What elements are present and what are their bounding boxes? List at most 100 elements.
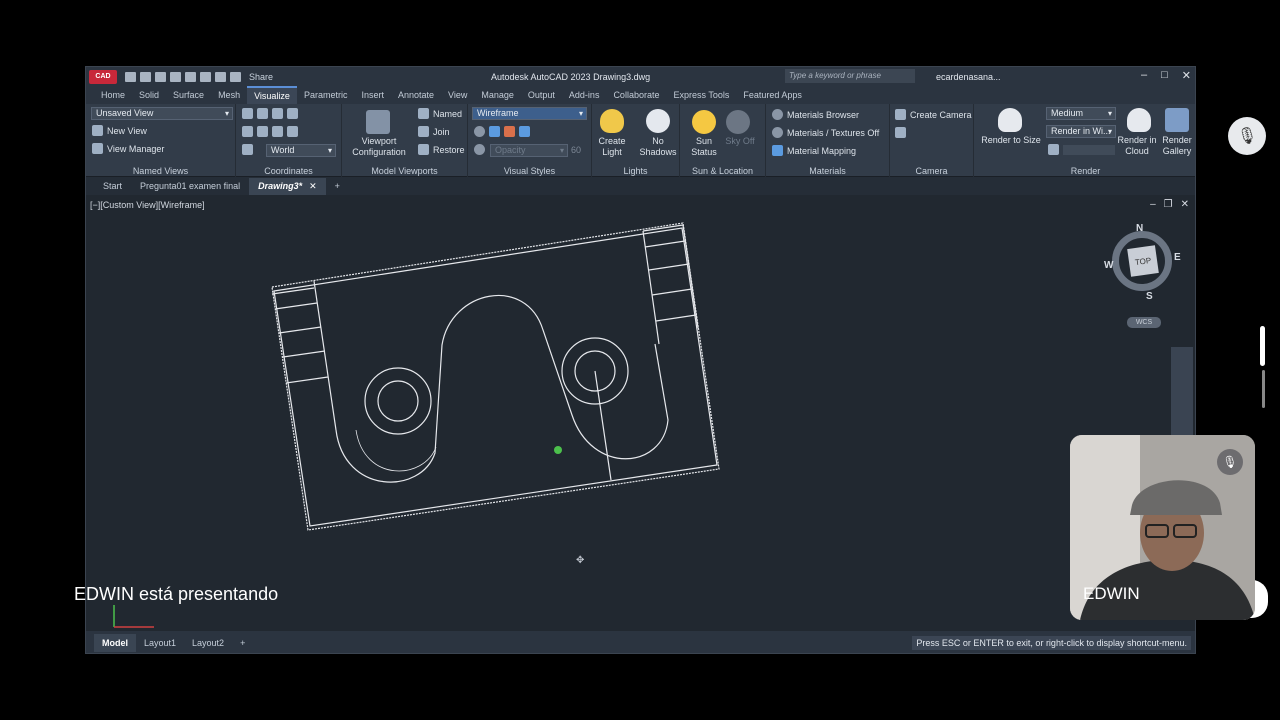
tab-express-tools[interactable]: Express Tools (666, 87, 736, 103)
visual-style-dropdown[interactable]: Wireframe (472, 107, 587, 120)
open-file-icon[interactable] (140, 71, 151, 82)
compass-west[interactable]: W (1104, 260, 1113, 271)
tab-collaborate[interactable]: Collaborate (606, 87, 666, 103)
tab-mesh[interactable]: Mesh (211, 87, 247, 103)
tab-view[interactable]: View (441, 87, 474, 103)
tab-featured-apps[interactable]: Featured Apps (736, 87, 809, 103)
tab-home[interactable]: Home (94, 87, 132, 103)
viewcube[interactable]: TOP N S E W (1104, 223, 1184, 303)
close-button[interactable]: ✕ (1182, 69, 1191, 82)
ucs-y-icon[interactable] (272, 108, 283, 119)
side-panel-scroll[interactable] (1262, 370, 1265, 408)
ucs-icon-toggle[interactable] (242, 144, 253, 155)
render-gallery-icon[interactable] (1165, 108, 1189, 132)
navigation-bar[interactable] (1171, 347, 1193, 437)
save-icon[interactable] (155, 71, 166, 82)
ucs-view-icon[interactable] (242, 126, 253, 137)
tab-manage[interactable]: Manage (474, 87, 521, 103)
ucs-world-dropdown[interactable]: World (266, 144, 336, 157)
new-file-icon[interactable] (125, 71, 136, 82)
tab-layout1[interactable]: Layout1 (136, 634, 184, 652)
shadow-sphere-icon[interactable] (646, 109, 670, 133)
named-view-dropdown[interactable]: Unsaved View (91, 107, 233, 120)
new-view-button[interactable]: New View (92, 125, 147, 136)
redo-icon[interactable] (215, 71, 226, 82)
cloud-teapot-icon[interactable] (1127, 108, 1151, 132)
light-bulb-icon[interactable] (600, 109, 624, 133)
ucs-x-icon[interactable] (257, 108, 268, 119)
viewport-configuration-icon[interactable] (366, 110, 390, 134)
restore-viewports-button[interactable]: Restore (418, 144, 465, 155)
tab-output[interactable]: Output (521, 87, 562, 103)
save-as-icon[interactable] (170, 71, 181, 82)
render-in-dropdown[interactable]: Render in Wi... (1046, 125, 1116, 138)
create-camera-button[interactable]: Create Camera (895, 109, 972, 120)
autocad-logo-icon[interactable]: CAD (89, 69, 117, 84)
material-mapping-button[interactable]: Material Mapping (772, 145, 856, 156)
ucs-icon[interactable] (242, 108, 253, 119)
create-light-button[interactable]: Create Light (592, 136, 632, 158)
tab-start[interactable]: Start (94, 178, 131, 194)
tab-model[interactable]: Model (94, 634, 136, 652)
compass-south[interactable]: S (1146, 291, 1153, 302)
render-in-cloud-button[interactable]: Render in Cloud (1114, 135, 1160, 157)
tab-add-ins[interactable]: Add-ins (562, 87, 607, 103)
add-tab-button[interactable]: + (326, 178, 349, 194)
minimize-button[interactable]: – (1141, 69, 1147, 82)
render-quality-dropdown[interactable]: Medium (1046, 107, 1116, 120)
plot-icon[interactable] (185, 71, 196, 82)
tab-solid[interactable]: Solid (132, 87, 166, 103)
tab-layout2[interactable]: Layout2 (184, 634, 232, 652)
maximize-button[interactable]: □ (1161, 69, 1168, 82)
ucs-3point-icon[interactable] (272, 126, 283, 137)
close-tab-icon[interactable]: ✕ (309, 181, 317, 191)
join-viewports-button[interactable]: Join (418, 126, 450, 137)
face-style-icon[interactable] (489, 126, 500, 137)
render-environment-button[interactable] (1048, 144, 1115, 155)
participant-video-tile[interactable]: 🎙 EDWIN (1070, 435, 1255, 620)
render-to-size-button[interactable]: Render to Size (976, 135, 1046, 146)
named-viewports-button[interactable]: Named (418, 108, 462, 119)
tab-drawing3[interactable]: Drawing3* ✕ (249, 177, 326, 195)
compass-north[interactable]: N (1136, 223, 1143, 234)
tab-surface[interactable]: Surface (166, 87, 211, 103)
tab-visualize[interactable]: Visualize (247, 86, 297, 104)
sun-icon[interactable] (692, 110, 716, 134)
ucs-origin-icon[interactable] (257, 126, 268, 137)
search-input[interactable]: Type a keyword or phrase (785, 69, 915, 83)
tab-annotate[interactable]: Annotate (391, 87, 441, 103)
tab-pregunta01[interactable]: Pregunta01 examen final (131, 178, 249, 194)
viewport-configuration-label[interactable]: Viewport Configuration (346, 136, 412, 158)
sky-icon[interactable] (726, 110, 750, 134)
drawing-viewport[interactable]: [−][Custom View][Wireframe] – ❐ ✕ ✥ TOP … (86, 195, 1195, 631)
lighting-icon[interactable] (519, 126, 530, 137)
user-account[interactable]: ecardenasana... (936, 72, 1001, 82)
opacity-slider[interactable]: Opacity (490, 144, 568, 157)
add-layout-button[interactable]: + (232, 634, 253, 652)
mic-off-icon[interactable]: 🎙 (1228, 117, 1266, 155)
drawing-canvas[interactable]: ✥ (86, 195, 1195, 631)
teapot-icon[interactable] (998, 108, 1022, 132)
viewcube-top-face[interactable]: TOP (1127, 245, 1159, 277)
tab-parametric[interactable]: Parametric (297, 87, 355, 103)
render-gallery-button[interactable]: Render Gallery (1158, 135, 1195, 157)
view-manager-button[interactable]: View Manager (92, 143, 164, 154)
wcs-menu[interactable]: WCS (1127, 317, 1161, 328)
camera-tools[interactable] (895, 127, 906, 138)
ucs-z-icon[interactable] (287, 108, 298, 119)
materials-browser-button[interactable]: Materials Browser (772, 109, 859, 120)
materials-textures-button[interactable]: Materials / Textures Off (772, 127, 879, 138)
undo-icon[interactable] (200, 71, 211, 82)
grip-point[interactable] (554, 446, 562, 454)
workspace-icon[interactable] (230, 71, 241, 82)
share-button[interactable]: Share (249, 72, 273, 82)
compass-east[interactable]: E (1174, 252, 1181, 263)
sky-off-button[interactable]: Sky Off (720, 136, 760, 147)
material-display-icon[interactable] (504, 126, 515, 137)
tab-insert[interactable]: Insert (354, 87, 391, 103)
side-panel-handle[interactable] (1260, 326, 1265, 366)
edge-effects-icon[interactable] (474, 126, 485, 137)
no-shadows-button[interactable]: No Shadows (636, 136, 680, 158)
ucs-object-icon[interactable] (287, 126, 298, 137)
xray-icon[interactable] (474, 144, 485, 155)
